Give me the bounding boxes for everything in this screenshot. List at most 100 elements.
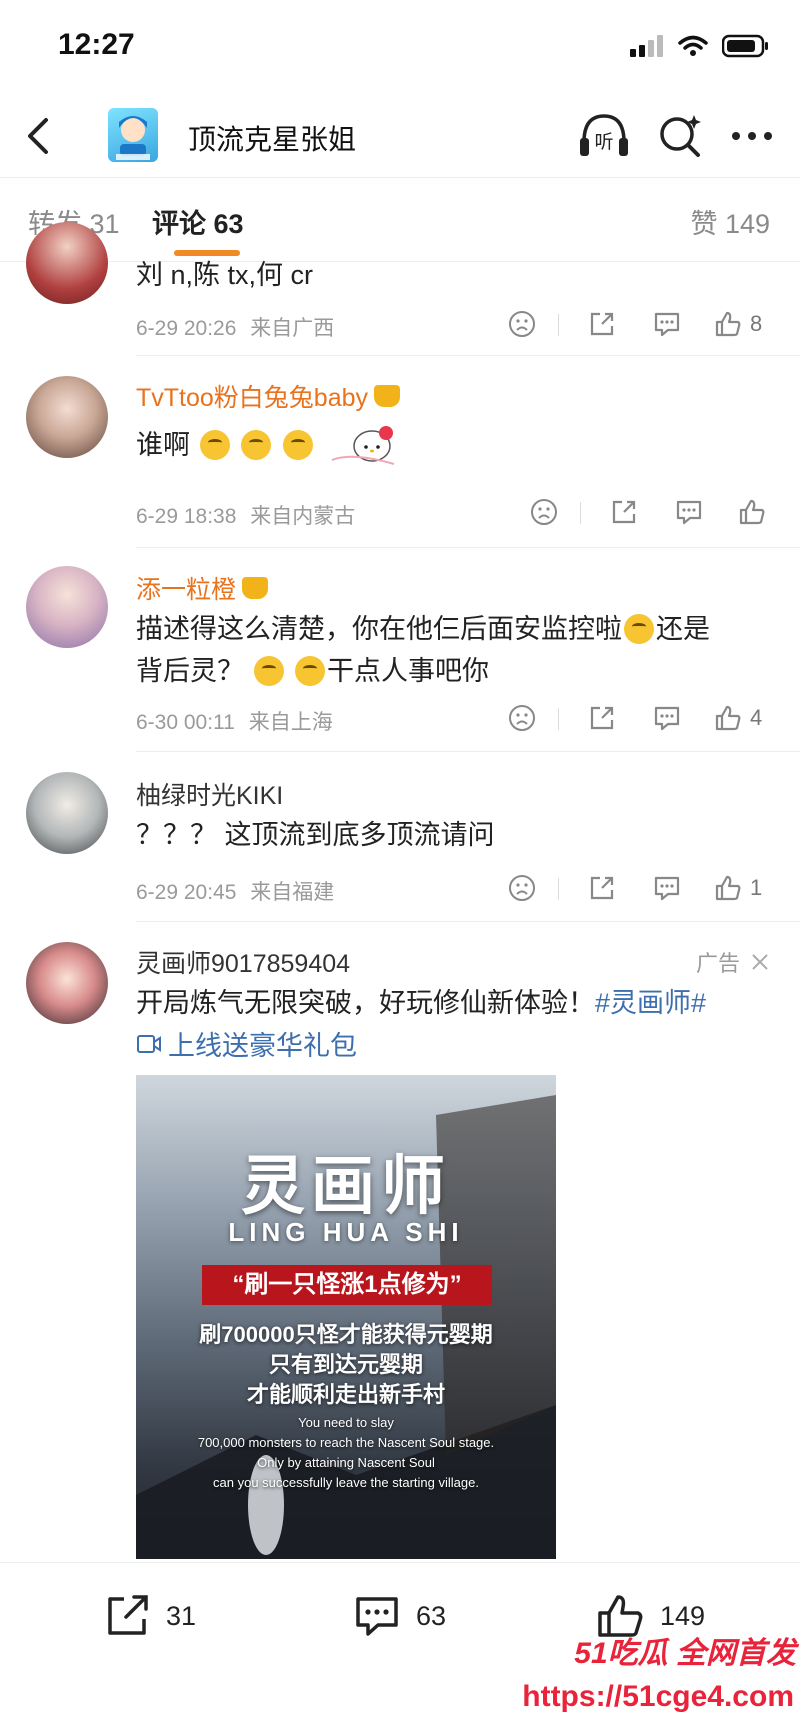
comment-username[interactable]: TvTtoo粉白兔兔baby [136,378,401,414]
comment-text: ？？？ 这顶流到底多顶流请问 [136,820,495,850]
watermark: 51吃瓜 全网首发 https://51cge4.com [498,1628,798,1728]
repost-count: 31 [166,1600,197,1631]
avatar[interactable] [26,772,108,854]
ad-image[interactable]: 灵画师 LING HUA SHI “刷一只怪涨1点修为” 刷700000只怪才能… [136,1075,556,1559]
comment-text: 描述得这么清楚，你在他仨后面安监控啦 还是 背后灵？ 干点人事吧你 [136,608,776,692]
comment-time: 6-29 20:26 [136,317,237,340]
upside-down-emoji-icon [624,614,654,644]
like-button[interactable]: 8 [714,306,762,342]
more-icon[interactable] [728,118,776,154]
comment-item: 刘 n,陈 tx,何 cr 6-29 20:26 来自广西 8 [0,222,800,356]
listen-icon[interactable]: 听 [578,110,630,162]
video-link-icon [137,1034,161,1053]
like-count: 4 [750,705,763,730]
search-icon[interactable] [656,110,704,160]
crown-badge-icon [242,577,269,599]
like-count-total: 149 [660,1600,706,1631]
close-icon[interactable] [750,952,770,972]
back-icon[interactable] [20,114,60,158]
share-icon[interactable] [610,494,638,530]
ad-link[interactable]: 上线送豪华礼包 [136,1024,357,1063]
tab-comments[interactable]: 评论 63 [152,202,244,241]
ad-username[interactable]: 灵画师9017859404 [136,944,350,980]
comment-time: 6-29 18:38 [136,505,237,528]
ad-image-en1: You need to slay [298,1415,394,1430]
like-button[interactable] [738,494,774,530]
tab-likes[interactable]: 赞 149 [690,202,770,241]
comment-location: 来自福建 [250,881,335,904]
comment-time: 6-29 20:45 [136,881,237,904]
ad-text-content: 开局炼气无限突破，好玩修仙新体验！ [136,988,595,1018]
like-icon [715,705,741,731]
ad-image-line3: 才能顺利走出新手村 [246,1382,445,1407]
ad-avatar[interactable] [26,942,108,1024]
comment-location: 来自广西 [250,317,335,340]
comment-meta: 6-30 00:11 来自上海 [136,706,333,736]
avatar[interactable] [26,376,108,458]
battery-icon [722,34,768,58]
comment-actions: 4 [500,700,780,736]
comment-actions: 1 [500,870,780,906]
avatar[interactable] [26,222,108,304]
repost-icon [108,1595,148,1635]
laugh-cry-emoji-icon [282,430,313,460]
dislike-icon[interactable] [508,700,536,736]
comment-meta: 6-29 20:45 来自福建 [136,876,334,906]
comment-text-line2-end: 干点人事吧你 [327,656,490,686]
status-time: 12:27 [58,28,135,61]
ad-image-en3: Only by attaining Nascent Soul [257,1455,435,1470]
comment-actions: 8 [500,306,780,342]
like-count: 8 [750,311,763,336]
comment-username[interactable]: 添一粒橙 [136,570,269,606]
comment-text: 谁啊 [136,420,776,470]
signal-icon [630,35,663,57]
ad-tag: 广告 [696,946,770,978]
ad-hashtag[interactable]: #灵画师# [595,988,706,1018]
profile-avatar[interactable] [108,108,158,162]
comment-username-text: TvTtoo粉白兔兔baby [136,384,369,412]
share-icon[interactable] [588,870,616,906]
ad-image-en4: can you successfully leave the starting … [213,1475,479,1490]
reply-icon[interactable] [652,700,682,736]
status-bar: 12:27 [0,0,800,96]
comment-text-line1-end: 还是 [656,614,710,644]
ad-text: 开局炼气无限突破，好玩修仙新体验！#灵画师# [136,982,776,1024]
ad-image-line1: 刷700000只怪才能获得元婴期 [199,1322,493,1347]
crown-badge-icon [374,385,401,407]
comment-time: 6-30 00:11 [136,711,235,734]
upside-down-emoji-icon [295,656,326,686]
comment-icon [356,1597,398,1636]
watermark-url: https://51cge4.com [522,1680,794,1713]
comment-item: 添一粒橙 描述得这么清楚，你在他仨后面安监控啦 还是 背后灵？ 干点人事吧你 6-… [0,548,800,752]
comment-username[interactable]: 柚绿时光KIKI [136,776,283,812]
ad-image-banner: “刷一只怪涨1点修为” [202,1265,492,1305]
like-icon [715,875,741,901]
ad-image-en2: 700,000 monsters to reach the Nascent So… [197,1435,495,1450]
repost-button[interactable]: 31 [104,1593,196,1639]
comment-button[interactable]: 63 [352,1593,446,1639]
like-button[interactable]: 1 [714,870,762,906]
reply-icon[interactable] [674,494,704,530]
comment-meta: 6-29 18:38 来自内蒙古 [136,500,355,530]
watermark-text: 51吃瓜 全网首发 [574,1637,796,1670]
laugh-cry-emoji-icon [199,430,230,460]
status-icons [630,34,770,58]
comment-meta: 6-29 20:26 来自广西 [136,312,334,342]
reply-icon[interactable] [652,870,682,906]
comment-username-text: 添一粒橙 [136,576,237,604]
dislike-icon[interactable] [530,494,558,530]
dislike-icon[interactable] [508,306,536,342]
like-button[interactable]: 4 [714,700,762,736]
ad-image-title: 灵画师 [241,1150,451,1222]
page-title: 顶流克星张姐 [188,124,357,155]
share-icon[interactable] [588,700,616,736]
like-count: 1 [750,875,763,900]
dislike-icon[interactable] [508,870,536,906]
comment-item: TvTtoo粉白兔兔baby 谁啊 6-29 18:38 来自内蒙古 [0,356,800,548]
share-icon[interactable] [588,306,616,342]
reply-icon[interactable] [652,306,682,342]
ad-label: 广告 [695,951,740,976]
comment-text-line2-start: 背后灵？ [136,656,244,686]
avatar[interactable] [26,566,108,648]
comment-count: 63 [416,1600,447,1631]
